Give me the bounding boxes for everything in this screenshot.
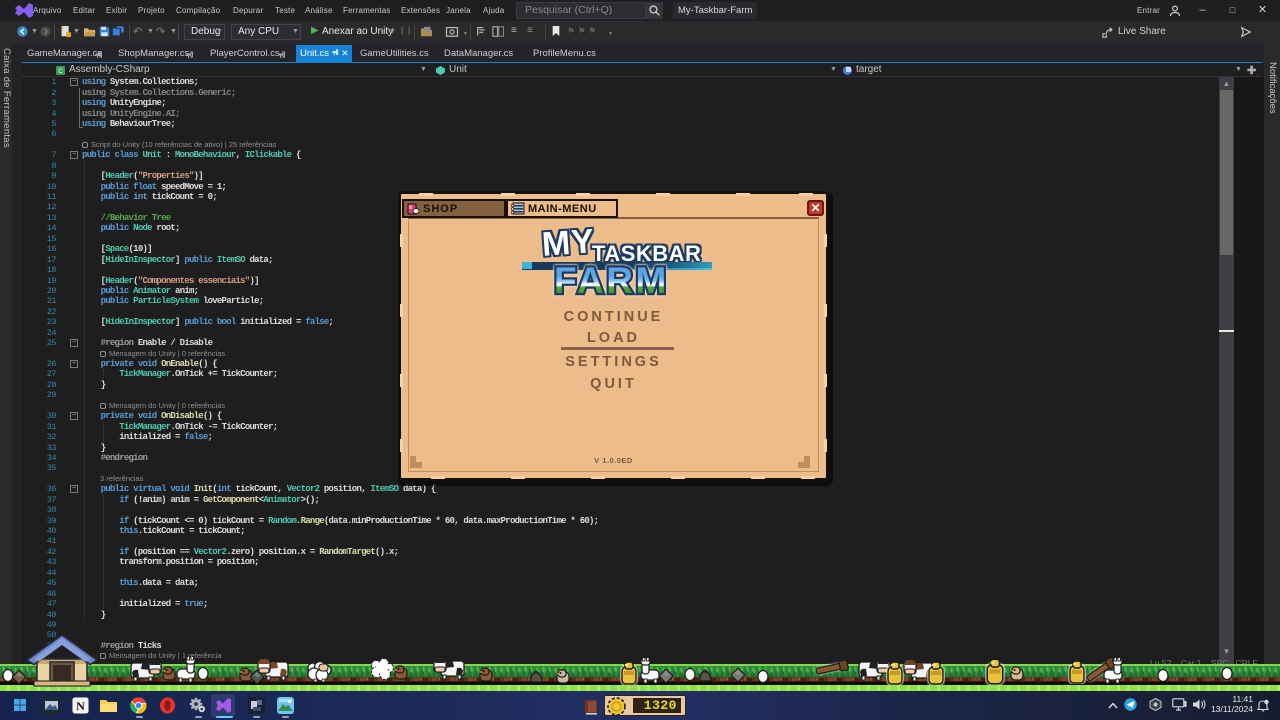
svg-text:C: C [58,69,63,75]
svg-text:N: N [76,699,85,713]
